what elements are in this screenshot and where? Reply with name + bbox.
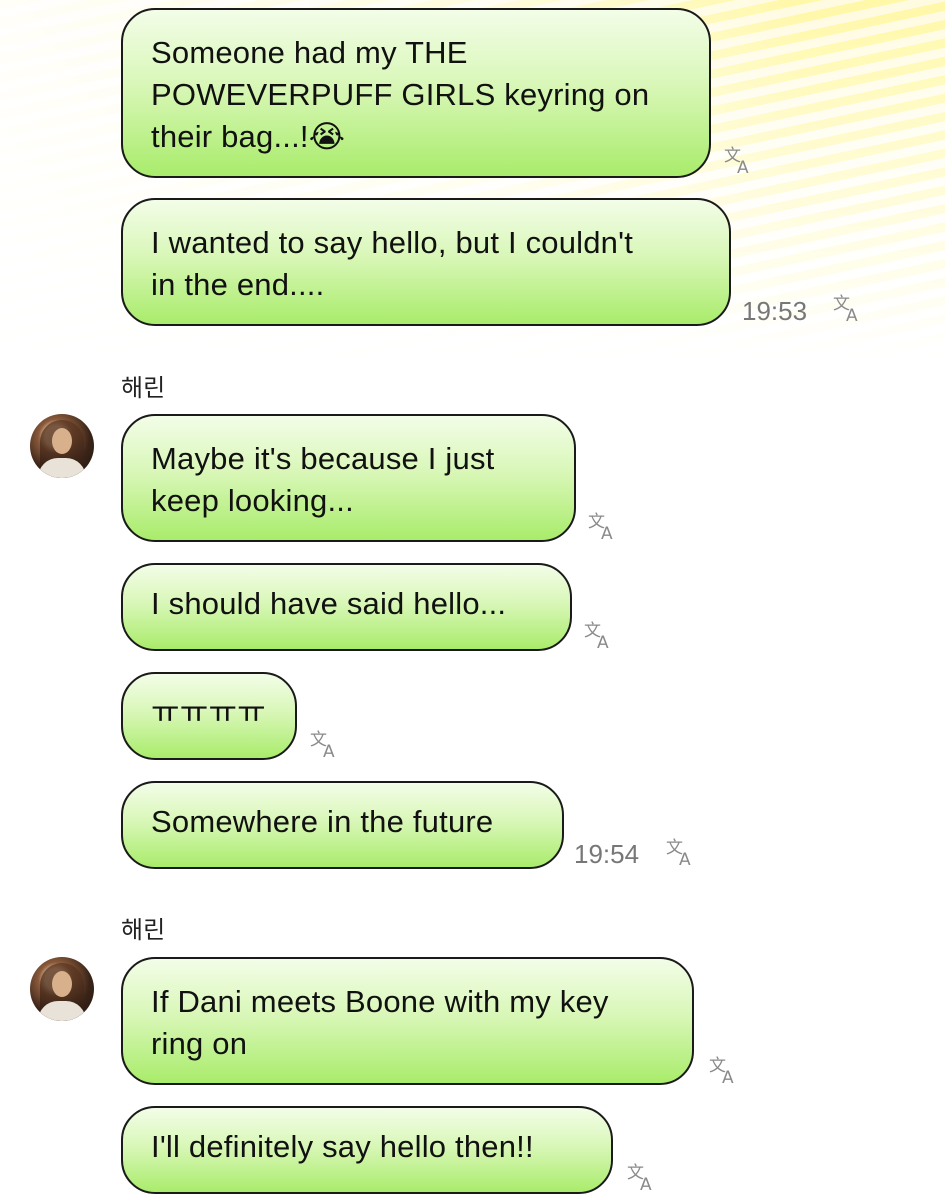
message-bubble[interactable]: I'll definitely say hello then!! [121,1106,613,1194]
svg-text:A: A [597,633,609,650]
svg-text:A: A [722,1068,734,1085]
message-bubble[interactable]: I wanted to say hello, but I couldn't in… [121,198,731,326]
svg-text:A: A [640,1175,652,1192]
svg-text:A: A [737,158,749,175]
translate-icon[interactable]: 文A [626,1162,658,1192]
message-bubble[interactable]: ㅠㅠㅠㅠ [121,672,297,760]
sender-name: 해린 [121,374,166,402]
message-bubble[interactable]: Maybe it's because I just keep looking..… [121,414,576,542]
svg-text:A: A [323,742,335,759]
message-bubble[interactable]: Someone had my THE POWEVERPUFF GIRLS key… [121,8,711,178]
avatar[interactable] [30,957,94,1021]
translate-icon[interactable]: 文A [723,145,755,175]
translate-icon[interactable]: 文A [583,620,615,650]
message-timestamp: 19:54 [574,839,640,869]
message-timestamp: 19:53 [742,296,808,326]
translate-icon[interactable]: 文A [832,293,864,323]
svg-text:A: A [601,524,613,541]
svg-text:A: A [846,306,858,323]
sender-name: 해린 [121,916,166,944]
svg-text:A: A [679,850,691,867]
message-bubble[interactable]: I should have said hello... [121,563,572,651]
translate-icon[interactable]: 文A [665,837,697,867]
avatar[interactable] [30,414,94,478]
translate-icon[interactable]: 文A [309,729,341,759]
translate-icon[interactable]: 文A [708,1055,740,1085]
message-bubble[interactable]: If Dani meets Boone with my key ring on [121,957,694,1085]
translate-icon[interactable]: 文A [587,511,619,541]
message-bubble[interactable]: Somewhere in the future [121,781,564,869]
